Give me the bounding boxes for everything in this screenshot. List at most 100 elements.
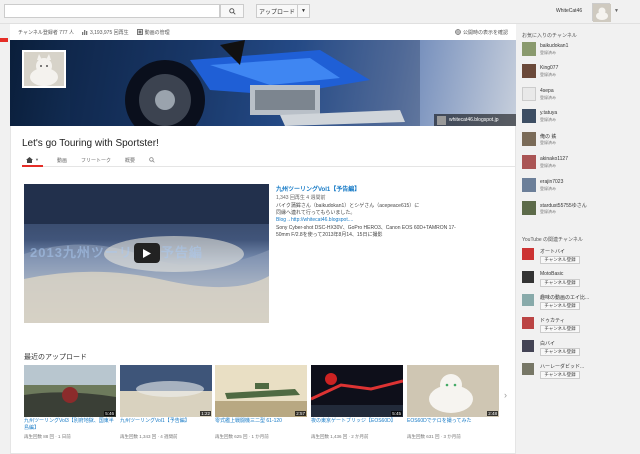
- chevron-down-icon: ▼: [35, 157, 39, 162]
- video-title[interactable]: EOS60Dでテロを撮ってみた: [407, 418, 499, 425]
- featured-video-title[interactable]: 九州ツーリングVol1【予告編】: [276, 184, 360, 193]
- channel-avatar[interactable]: [522, 294, 534, 306]
- channel-avatar[interactable]: [522, 271, 534, 283]
- video-manager-icon: [136, 29, 143, 35]
- tab-videos[interactable]: 動画: [57, 157, 67, 164]
- top-bar: アップロード ▼ WhiteCat46 ▼: [0, 0, 640, 24]
- subscribed-status[interactable]: 登録済み: [540, 95, 566, 101]
- related-channels-heading: YouTube の関連チャンネル: [522, 237, 583, 243]
- user-avatar[interactable]: [592, 3, 611, 22]
- home-icon: [26, 156, 33, 163]
- video-meta: 再生回数 625 回 · 1 か月前: [215, 434, 269, 439]
- upload-button[interactable]: アップロード: [256, 4, 298, 18]
- channel-search-button[interactable]: [149, 156, 155, 165]
- channel-name[interactable]: y.tatuya: [540, 110, 557, 116]
- tab-free-talk[interactable]: フリートーク: [81, 157, 111, 164]
- channel-name[interactable]: オートバイ: [540, 248, 565, 255]
- video-meta: 再生回数 1,343 回 · 4 週間前: [120, 434, 178, 439]
- subscribed-status[interactable]: 登録済み: [540, 163, 566, 169]
- subscribe-button[interactable]: チャンネル登録: [540, 279, 580, 287]
- search-button[interactable]: [220, 4, 244, 18]
- channel-avatar[interactable]: [522, 363, 534, 375]
- channel-avatar[interactable]: [522, 64, 536, 78]
- subscribe-button[interactable]: チャンネル登録: [540, 256, 580, 264]
- public-view-link[interactable]: 公開時の表示を確認: [455, 29, 508, 36]
- subscribe-button[interactable]: チャンネル登録: [540, 348, 580, 356]
- channel-avatar[interactable]: [22, 50, 66, 88]
- video-meta: 再生回数 88 回 · 1 日前: [24, 434, 71, 439]
- search-input[interactable]: [4, 4, 220, 18]
- guide-indicator: [0, 38, 8, 42]
- link-thumbnail-icon: [437, 115, 446, 125]
- subscribed-status[interactable]: 登録済み: [540, 209, 566, 215]
- video-title[interactable]: 夜の東京ゲートブリッジ【EOS60D】: [311, 418, 403, 425]
- subscriber-count: チャンネル登録者 777 人: [18, 29, 74, 36]
- channel-name[interactable]: stardust55755ゆさん: [540, 202, 587, 209]
- channel-tabs: ▼ 動画 フリートーク 概要: [22, 155, 516, 167]
- channel-name[interactable]: ハーレーダビッド...: [540, 363, 584, 370]
- subscribe-button[interactable]: チャンネル登録: [540, 371, 580, 379]
- recent-uploads-heading: 最近のアップロード: [24, 354, 87, 361]
- blog-link[interactable]: Blog→http://whitecat46.blogspot....: [276, 217, 353, 223]
- subscribed-status[interactable]: 登録済み: [540, 117, 566, 123]
- video-thumbnail[interactable]: 5:45: [311, 365, 403, 417]
- channel-name[interactable]: baikudokan1: [540, 43, 568, 49]
- channel-name[interactable]: 4sepa: [540, 88, 554, 94]
- chevron-down-icon: ▼: [301, 8, 306, 14]
- channel-name[interactable]: MotoBasic: [540, 271, 563, 277]
- featured-video-meta: 1,343 回再生 4 週間前: [276, 195, 326, 201]
- channel-avatar[interactable]: [522, 317, 534, 329]
- bar-chart-icon: [81, 30, 88, 35]
- channel-title: Let's go Touring with Sportster!: [22, 138, 159, 149]
- subscribed-status[interactable]: 登録済み: [540, 186, 566, 192]
- channel-name[interactable]: 白バイ: [540, 340, 555, 347]
- video-thumbnail[interactable]: 1:22: [120, 365, 212, 417]
- globe-icon: [455, 29, 461, 35]
- video-thumbnail[interactable]: 2:57: [215, 365, 307, 417]
- channel-avatar[interactable]: [522, 109, 536, 123]
- channel-avatar[interactable]: [522, 248, 534, 260]
- tab-home[interactable]: ▼: [22, 155, 43, 167]
- channel-avatar[interactable]: [522, 340, 534, 352]
- channel-avatar[interactable]: [522, 155, 536, 169]
- channel-name[interactable]: ドゥカティ: [540, 317, 565, 324]
- username[interactable]: WhiteCat46: [556, 8, 582, 14]
- subscribed-status[interactable]: 登録済み: [540, 140, 566, 146]
- channel-name[interactable]: erajin7023: [540, 179, 563, 185]
- tab-about[interactable]: 概要: [125, 157, 135, 164]
- chevron-right-icon[interactable]: ›: [504, 390, 507, 400]
- play-icon: [143, 248, 151, 258]
- video-title[interactable]: 零式艦上戦闘機三二型 61-120: [215, 418, 307, 425]
- search-icon: [149, 156, 155, 163]
- subscribed-status[interactable]: 登録済み: [540, 72, 566, 78]
- channel-name[interactable]: 俺の 鉄: [540, 133, 556, 140]
- subscribe-button[interactable]: チャンネル登録: [540, 302, 580, 310]
- subscribed-status[interactable]: 登録済み: [540, 50, 566, 56]
- channel-avatar[interactable]: [522, 178, 536, 192]
- featured-video-description: バイク蒲鉾さん（baikudokan1）とシゲさん（acepeace615）に …: [276, 203, 456, 238]
- channel-avatar[interactable]: [522, 132, 536, 146]
- video-manager-link[interactable]: 動画の管理: [136, 29, 170, 36]
- account-caret-icon[interactable]: ▼: [614, 8, 619, 14]
- view-count: 3,193,975 回再生: [81, 29, 129, 36]
- channel-avatar[interactable]: [522, 87, 536, 101]
- channel-stats-bar: チャンネル登録者 777 人 3,193,975 回再生 動画の管理 公開時の表…: [10, 24, 516, 40]
- play-button[interactable]: [134, 243, 160, 263]
- motorcycle-banner-image: [70, 40, 420, 126]
- channel-name[interactable]: King077: [540, 65, 558, 71]
- upload-dropdown-button[interactable]: ▼: [298, 4, 310, 18]
- channel-name[interactable]: 趣味の動画のエイ比...: [540, 294, 589, 301]
- channel-avatar[interactable]: [522, 201, 536, 215]
- channel-avatar[interactable]: [522, 42, 536, 56]
- video-meta: 再生回数 1,436 回 · 2 か月前: [311, 434, 369, 439]
- subscribe-button[interactable]: チャンネル登録: [540, 325, 580, 333]
- banner-link[interactable]: whitecat46.blogspot.jp: [434, 114, 516, 126]
- search-icon: [228, 7, 236, 15]
- video-thumbnail[interactable]: 2:48: [407, 365, 499, 417]
- favorite-channels-heading: お気に入りのチャンネル: [522, 33, 577, 39]
- video-title[interactable]: 九州ツーリングVol1【予告編】: [120, 418, 212, 425]
- channel-name[interactable]: akinako1127: [540, 156, 568, 162]
- video-overlay-text: 2013九州ツーリング予告編: [30, 245, 203, 260]
- video-thumbnail[interactable]: 5:46: [24, 365, 116, 417]
- video-title[interactable]: 九州ツーリングVol3【別府地獄、国東半島編】: [24, 418, 116, 431]
